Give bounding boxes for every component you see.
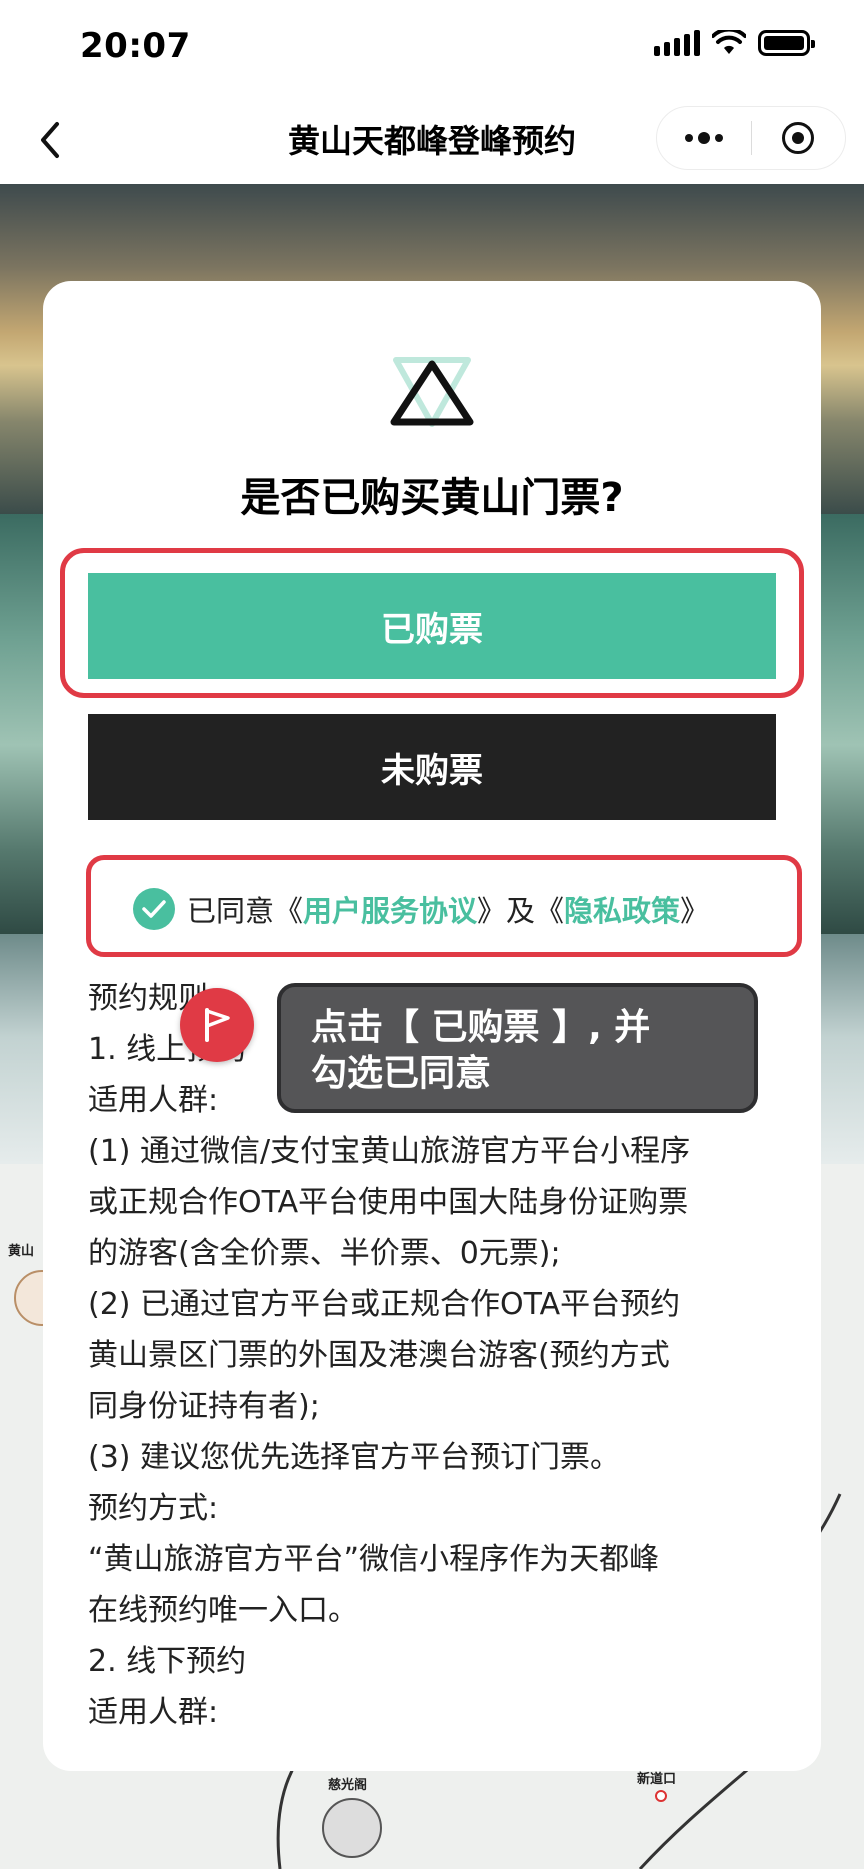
check-icon <box>142 900 166 918</box>
agreement-suffix: 》 <box>680 894 710 928</box>
battery-icon <box>758 30 815 56</box>
map-label-ciguang: 慈光阁 <box>328 1778 368 1793</box>
rules-line: 在线预约唯一入口。 <box>88 1593 358 1628</box>
more-dots-icon <box>684 132 723 144</box>
chevron-left-icon <box>41 122 59 158</box>
rules-line: (2) 已通过官方平台或正规合作OTA平台预约 <box>88 1287 681 1322</box>
flag-badge <box>180 988 254 1062</box>
rules-line: “黄山旅游官方平台”微信小程序作为天都峰 <box>88 1542 660 1577</box>
more-button[interactable] <box>657 107 751 169</box>
triangle-logo-icon <box>390 357 474 427</box>
back-button[interactable] <box>24 114 76 166</box>
modal-title: 是否已购买黄山门票? <box>240 475 624 521</box>
rules-line: 黄山景区门票的外国及港澳台游客(预约方式 <box>88 1338 670 1373</box>
rules-line: 或正规合作OTA平台使用中国大陆身份证购票 <box>88 1185 689 1220</box>
rules-line: (1) 通过微信/支付宝黄山旅游官方平台小程序 <box>88 1134 691 1169</box>
rules-line: (3) 建议您优先选择官方平台预订门票。 <box>88 1440 621 1475</box>
service-agreement-link[interactable]: 用户服务协议 <box>303 888 477 930</box>
agreement-checkbox[interactable] <box>133 888 175 930</box>
not-bought-ticket-button[interactable]: 未购票 <box>88 714 776 820</box>
rules-line: 预约方式: <box>88 1491 219 1526</box>
rules-line: 适用人群: <box>88 1695 219 1730</box>
page-title: 黄山天都峰登峰预约 <box>287 122 576 160</box>
status-time: 20:07 <box>80 26 191 66</box>
map-ciguang-icon <box>322 1798 382 1858</box>
nav-bar: 黄山天都峰登峰预约 <box>0 96 864 184</box>
flag-icon <box>205 1008 230 1042</box>
close-miniprogram-button[interactable] <box>752 107 846 169</box>
signal-icon <box>654 30 700 56</box>
map-pin-icon <box>655 1790 667 1802</box>
map-label-huangshan: 黄山 <box>8 1244 35 1259</box>
tooltip-line-1: 点击【 已购票 】, 并 <box>311 1007 651 1048</box>
target-icon <box>782 122 815 154</box>
rules-line: 的游客(含全价票、半价票、0元票); <box>88 1236 561 1271</box>
agreement-row: 已同意《 用户服务协议 》及《 隐私政策》 <box>133 888 709 930</box>
agreement-middle: 》及《 <box>477 894 565 928</box>
agreement-prefix: 已同意《 <box>187 894 304 928</box>
status-bar: 20:07 <box>0 0 864 96</box>
guide-tooltip: 点击【 已购票 】, 并 勾选已同意 <box>277 983 758 1113</box>
rules-line: 2. 线下预约 <box>88 1644 247 1679</box>
status-icons <box>654 30 815 56</box>
tooltip-line-2: 勾选已同意 <box>311 1053 492 1094</box>
wifi-icon <box>712 30 746 54</box>
privacy-policy-link[interactable]: 隐私政策 <box>564 888 680 930</box>
highlight-box-bought <box>60 548 804 698</box>
miniprogram-capsule <box>656 106 846 170</box>
rules-line: 同身份证持有者); <box>88 1389 320 1424</box>
